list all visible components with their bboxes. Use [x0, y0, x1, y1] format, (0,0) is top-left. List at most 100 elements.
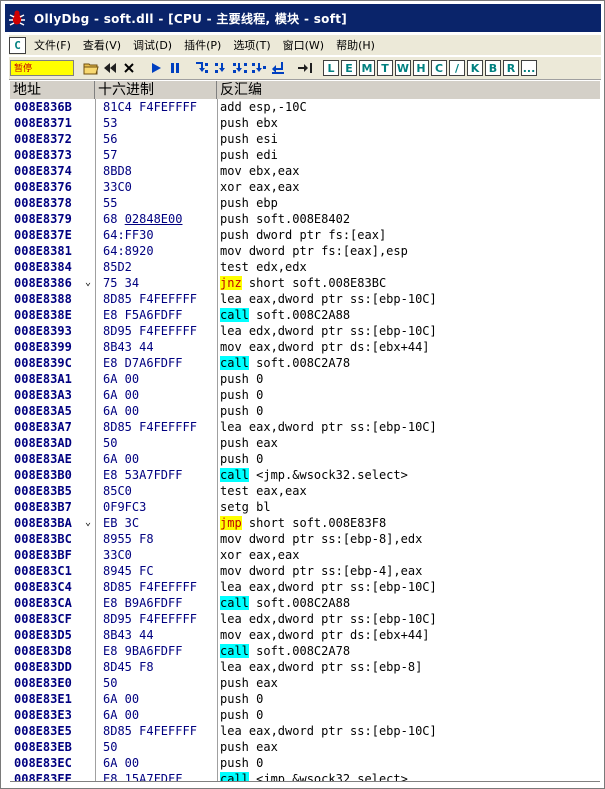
code-row[interactable]: 008E8378 55 push ebp: [10, 195, 600, 211]
code-row[interactable]: 008E8386 ⌄ 75 34 jnz short soft.008E83BC: [10, 275, 600, 291]
address-cell: 008E837E: [14, 228, 72, 242]
column-header-disassembly[interactable]: 反汇编: [217, 81, 600, 99]
code-row[interactable]: 008E83E0 50 push eax: [10, 675, 600, 691]
menu-options[interactable]: 选项(T): [233, 37, 270, 53]
trace-over-icon[interactable]: [250, 60, 267, 77]
cpu-button[interactable]: C: [431, 60, 447, 76]
code-row[interactable]: 008E83CF 8D95 F4FEFFFF lea edx,dword ptr s…: [10, 611, 600, 627]
code-row[interactable]: 008E83BF 33C0 xor eax,eax: [10, 547, 600, 563]
references-button[interactable]: R: [503, 60, 519, 76]
hex-cell: 8D45 F8: [103, 660, 154, 674]
code-row[interactable]: 008E8388 8D85 F4FEFFFF lea eax,dword ptr s…: [10, 291, 600, 307]
code-row[interactable]: 008E8381 64:8920 mov dword ptr fs:[eax],es…: [10, 243, 600, 259]
menu-plugins[interactable]: 插件(P): [184, 37, 221, 53]
pause-icon[interactable]: [166, 60, 183, 77]
code-row[interactable]: 008E83E1 6A 00 push 0: [10, 691, 600, 707]
step-over-icon[interactable]: [212, 60, 229, 77]
code-row[interactable]: 008E83C4 8D85 F4FEFFFF lea eax,dword ptr s…: [10, 579, 600, 595]
code-row[interactable]: 008E8393 8D95 F4FEFFFF lea edx,dword ptr s…: [10, 323, 600, 339]
code-row[interactable]: 008E8399 8B43 44 mov eax,dword ptr ds:[ebx…: [10, 339, 600, 355]
log-window-button[interactable]: L: [323, 60, 339, 76]
executable-modules-button[interactable]: E: [341, 60, 357, 76]
mnemonic: call: [220, 644, 249, 658]
code-row[interactable]: 008E838E E8 F5A6FDFF call soft.008C2A88: [10, 307, 600, 323]
disassembly-pane[interactable]: 008E836B 81C4 F4FEFFFF add esp,-10C 008E837…: [10, 99, 600, 782]
windows-button[interactable]: W: [395, 60, 411, 76]
code-row[interactable]: 008E83EC 6A 00 push 0: [10, 755, 600, 771]
operands: soft.008C2A88: [248, 308, 351, 322]
code-row[interactable]: 008E8371 53 push ebx: [10, 115, 600, 131]
column-header-address[interactable]: 地址: [10, 81, 95, 99]
address-cell: 008E839C: [14, 356, 72, 370]
step-into-icon[interactable]: [193, 60, 210, 77]
mnemonic: push: [220, 452, 249, 466]
trace-into-icon[interactable]: [231, 60, 248, 77]
code-row[interactable]: 008E8373 57 push edi: [10, 147, 600, 163]
hex-cell: 85C0: [103, 484, 132, 498]
code-row[interactable]: 008E83CA E8 B9A6FDFF call soft.008C2A88: [10, 595, 600, 611]
run-icon[interactable]: [147, 60, 164, 77]
menu-window[interactable]: 窗口(W): [283, 37, 324, 53]
operands: dword ptr ss:[ebp-4],eax: [241, 564, 423, 578]
code-row[interactable]: 008E837E 64:FF30 push dword ptr fs:[eax]: [10, 227, 600, 243]
goto-icon[interactable]: [296, 60, 313, 77]
handles-button[interactable]: H: [413, 60, 429, 76]
address-cell: 008E83A3: [14, 388, 72, 402]
cpu-window-icon[interactable]: C: [9, 36, 26, 54]
code-row[interactable]: 008E83C1 8945 FC mov dword ptr ss:[ebp-4],…: [10, 563, 600, 579]
operands: 0: [248, 756, 264, 770]
code-row[interactable]: 008E83A7 8D85 F4FEFFFF lea eax,dword ptr s…: [10, 419, 600, 435]
operands: soft.008C2A78: [248, 356, 351, 370]
disassembly-cell: add esp,-10C: [220, 99, 307, 115]
address-cell: 008E83BA: [14, 516, 72, 530]
code-row[interactable]: 008E83BA ⌄ EB 3C jmp short soft.008E83F8: [10, 515, 600, 531]
code-row[interactable]: 008E836B 81C4 F4FEFFFF add esp,-10C: [10, 99, 600, 115]
code-row[interactable]: 008E83BC 8955 F8 mov dword ptr ss:[ebp-8],…: [10, 531, 600, 547]
mnemonic: test: [220, 484, 249, 498]
run-trace-button[interactable]: ...: [521, 60, 537, 76]
open-icon[interactable]: [82, 60, 99, 77]
hex-cell: 53: [103, 116, 118, 130]
breakpoints-button[interactable]: B: [485, 60, 501, 76]
mnemonic: push: [220, 228, 249, 242]
code-row[interactable]: 008E8384 85D2 test edx,edx: [10, 259, 600, 275]
memory-map-button[interactable]: M: [359, 60, 375, 76]
rewind-icon[interactable]: [101, 60, 118, 77]
code-row[interactable]: 008E83EB 50 push eax: [10, 739, 600, 755]
code-row[interactable]: 008E83E5 8D85 F4FEFFFF lea eax,dword ptr s…: [10, 723, 600, 739]
code-row[interactable]: 008E83D5 8B43 44 mov eax,dword ptr ds:[ebx…: [10, 627, 600, 643]
code-row[interactable]: 008E83B7 0F9FC3 setg bl: [10, 499, 600, 515]
code-row[interactable]: 008E83DD 8D45 F8 lea eax,dword ptr ss:[ebp…: [10, 659, 600, 675]
code-row[interactable]: 008E839C E8 D7A6FDFF call soft.008C2A78: [10, 355, 600, 371]
hex-cell: 56: [103, 132, 118, 146]
menu-view[interactable]: 查看(V): [83, 37, 121, 53]
column-header-hex[interactable]: 十六进制: [95, 81, 217, 99]
code-row[interactable]: 008E8379 68 02848E00 push soft.008E8402: [10, 211, 600, 227]
call-stack-button[interactable]: K: [467, 60, 483, 76]
menu-help[interactable]: 帮助(H): [336, 37, 375, 53]
patches-button[interactable]: /: [449, 60, 465, 76]
mnemonic: push: [220, 388, 249, 402]
code-row[interactable]: 008E83EE E8 15A7FDFF call <jmp.&wsock32.se…: [10, 771, 600, 781]
title-bar[interactable]: OllyDbg - soft.dll - [CPU - 主要线程, 模块 - s…: [5, 4, 601, 32]
code-row[interactable]: 008E83A1 6A 00 push 0: [10, 371, 600, 387]
menu-file[interactable]: 文件(F): [34, 37, 71, 53]
code-row[interactable]: 008E83B0 E8 53A7FDFF call <jmp.&wsock32.se…: [10, 467, 600, 483]
code-row[interactable]: 008E83E3 6A 00 push 0: [10, 707, 600, 723]
disassembly-cell: mov ebx,eax: [220, 163, 299, 179]
code-row[interactable]: 008E83B5 85C0 test eax,eax: [10, 483, 600, 499]
code-row[interactable]: 008E83AE 6A 00 push 0: [10, 451, 600, 467]
code-row[interactable]: 008E83A5 6A 00 push 0: [10, 403, 600, 419]
threads-button[interactable]: T: [377, 60, 393, 76]
code-row[interactable]: 008E8372 56 push esi: [10, 131, 600, 147]
code-row[interactable]: 008E83D8 E8 9BA6FDFF call soft.008C2A78: [10, 643, 600, 659]
code-row[interactable]: 008E8376 33C0 xor eax,eax: [10, 179, 600, 195]
execute-till-return-icon[interactable]: [269, 60, 286, 77]
close-icon[interactable]: [120, 60, 137, 77]
code-row[interactable]: 008E83AD 50 push eax: [10, 435, 600, 451]
code-row[interactable]: 008E83A3 6A 00 push 0: [10, 387, 600, 403]
operands: eax,dword ptr ss:[ebp-8]: [241, 660, 423, 674]
code-row[interactable]: 008E8374 8BD8 mov ebx,eax: [10, 163, 600, 179]
operands: short soft.008E83F8: [241, 516, 387, 530]
menu-debug[interactable]: 调试(D): [133, 37, 172, 53]
